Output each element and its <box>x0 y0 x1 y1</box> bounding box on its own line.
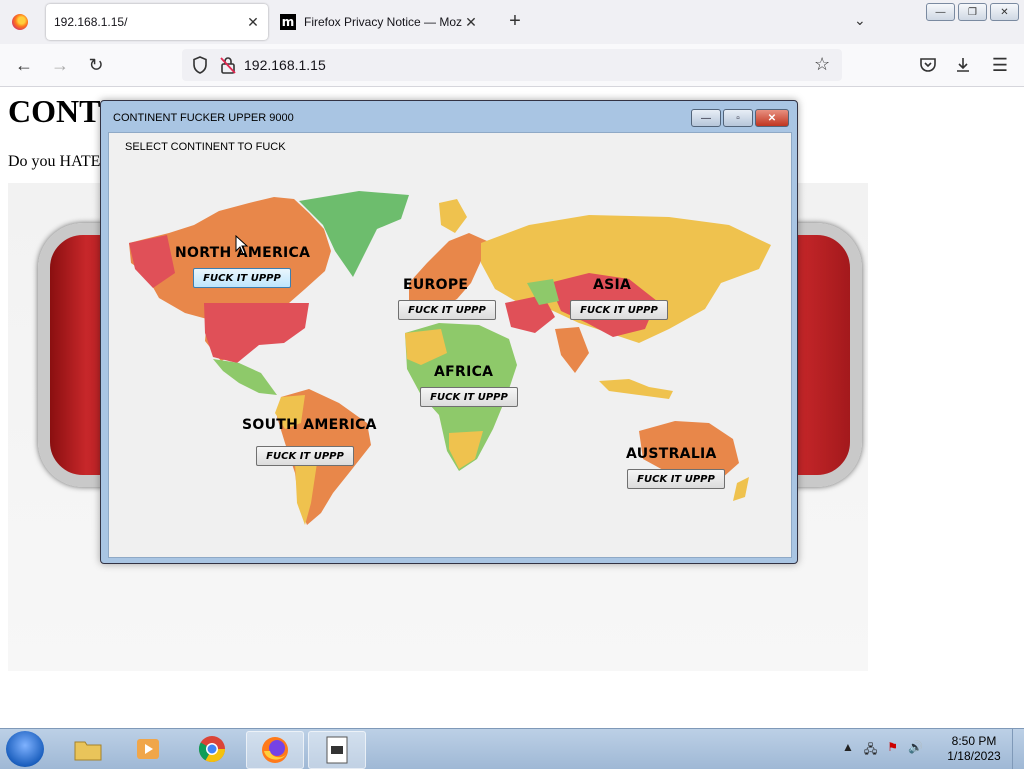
fuck-north-america-button[interactable]: FUCK IT UPPP <box>193 268 291 288</box>
world-map <box>129 191 771 525</box>
continent-label-south-america: SOUTH AMERICA <box>242 417 377 433</box>
page-title: CONT <box>8 93 101 129</box>
fuck-asia-button[interactable]: FUCK IT UPPP <box>570 300 668 320</box>
usa-region <box>204 303 309 363</box>
indonesia-region <box>599 379 673 399</box>
app-window: CONTINENT FUCKER UPPER 9000 — ▫ ✕ SELECT… <box>100 100 798 564</box>
minimize-window-button[interactable]: — <box>926 3 955 21</box>
clock-date: 1/18/2023 <box>947 749 1001 763</box>
continent-label-europe: EUROPE <box>403 277 469 293</box>
continent-label-australia: AUSTRALIA <box>626 446 717 462</box>
url-bar[interactable]: 192.168.1.15 ☆ <box>182 49 842 81</box>
navigation-toolbar: ← → ↻ 192.168.1.15 ☆ ☰ <box>0 44 1024 87</box>
minimize-button[interactable]: — <box>691 109 721 127</box>
close-tab-icon[interactable]: ✕ <box>462 14 480 31</box>
forward-button[interactable]: → <box>48 53 72 77</box>
tab-title: Firefox Privacy Notice — Mozilla <box>304 15 462 29</box>
pocket-icon[interactable] <box>918 55 938 75</box>
shield-icon[interactable] <box>190 55 210 75</box>
file-explorer-icon[interactable] <box>62 731 114 767</box>
back-button[interactable]: ← <box>12 53 36 77</box>
firefox-taskbar-icon[interactable] <box>246 731 304 769</box>
page-text: Do you HATE <box>8 153 101 170</box>
download-icon[interactable] <box>953 55 973 75</box>
chevron-down-icon[interactable]: ⌄ <box>854 12 866 29</box>
firefox-icon[interactable] <box>12 14 28 30</box>
browser-tab-bar: 192.168.1.15/ ✕ m Firefox Privacy Notice… <box>0 0 1024 44</box>
close-tab-icon[interactable]: ✕ <box>244 14 262 31</box>
close-button[interactable]: ✕ <box>755 109 789 127</box>
fuck-europe-button[interactable]: FUCK IT UPPP <box>398 300 496 320</box>
maximize-button[interactable]: ▫ <box>723 109 753 127</box>
reload-button[interactable]: ↻ <box>84 53 108 77</box>
window-title: CONTINENT FUCKER UPPER 9000 <box>113 112 294 124</box>
fuck-australia-button[interactable]: FUCK IT UPPP <box>627 469 725 489</box>
fuck-africa-button[interactable]: FUCK IT UPPP <box>420 387 518 407</box>
volume-icon[interactable]: 🔊 <box>908 740 923 761</box>
tab-privacy-notice[interactable]: m Firefox Privacy Notice — Mozilla ✕ <box>276 4 486 40</box>
clock-time: 8:50 PM <box>951 734 997 748</box>
action-center-icon[interactable]: ⚑ <box>887 740 898 761</box>
tab-title: 192.168.1.15/ <box>54 15 128 29</box>
bookmark-star-icon[interactable]: ☆ <box>814 54 830 75</box>
menu-icon[interactable]: ☰ <box>988 53 1012 77</box>
start-button[interactable] <box>6 731 44 767</box>
system-tray: ▲ 🖧 ⚑ 🔊 <box>842 740 923 761</box>
scandinavia-region <box>439 199 467 233</box>
window-client-area: SELECT CONTINENT TO FUCK NORTH AMERICA F… <box>108 132 792 558</box>
network-icon[interactable]: 🖧 <box>864 740 877 761</box>
mozilla-icon: m <box>280 14 296 30</box>
new-zealand-region <box>733 477 749 501</box>
continent-label-africa: AFRICA <box>434 364 494 380</box>
continent-label-asia: ASIA <box>593 277 632 293</box>
chrome-icon[interactable] <box>186 731 238 767</box>
new-tab-button[interactable]: + <box>504 10 526 33</box>
app-window-taskbar-icon[interactable] <box>308 731 366 769</box>
india-region <box>555 327 589 373</box>
mexico-region <box>213 359 277 395</box>
insecure-lock-icon[interactable] <box>218 55 238 75</box>
url-text: 192.168.1.15 <box>244 57 326 73</box>
fuck-south-america-button[interactable]: FUCK IT UPPP <box>256 446 354 466</box>
show-hidden-icons-icon[interactable]: ▲ <box>842 740 854 761</box>
taskbar: ▲ 🖧 ⚑ 🔊 8:50 PM 1/18/2023 <box>0 728 1024 769</box>
tab-active[interactable]: 192.168.1.15/ ✕ <box>46 4 268 40</box>
show-desktop-button[interactable] <box>1012 729 1024 769</box>
close-window-button[interactable]: ✕ <box>990 3 1019 21</box>
clock[interactable]: 8:50 PM 1/18/2023 <box>944 734 1004 764</box>
restore-window-button[interactable]: ❐ <box>958 3 987 21</box>
mouse-cursor-icon <box>235 235 249 255</box>
media-player-icon[interactable] <box>122 731 174 767</box>
select-continent-label: SELECT CONTINENT TO FUCK <box>125 141 286 153</box>
